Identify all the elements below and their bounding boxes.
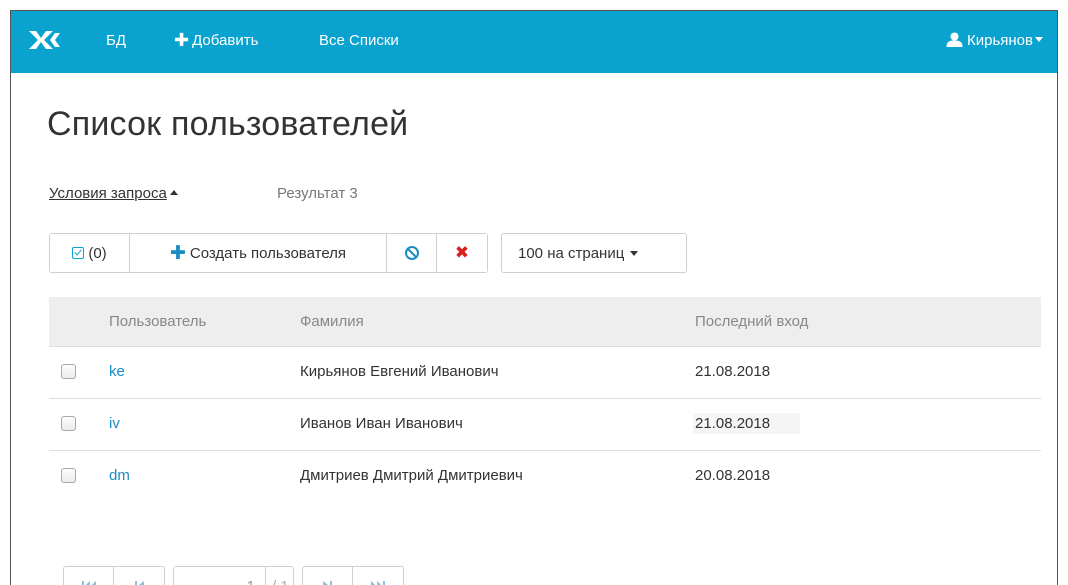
prev-page-icon	[134, 580, 144, 585]
select-all-button[interactable]: (0)	[50, 234, 130, 272]
chevron-down-icon	[630, 250, 639, 256]
chevron-down-icon	[1035, 37, 1043, 42]
next-page-button[interactable]	[303, 567, 353, 585]
last-page-button[interactable]	[353, 567, 403, 585]
first-page-button[interactable]	[64, 567, 114, 585]
table-row: ke Кирьянов Евгений Иванович 21.08.2018	[49, 347, 1041, 399]
user-last-login: 21.08.2018	[695, 363, 771, 380]
user-login-link[interactable]: iv	[109, 415, 120, 432]
query-conditions-toggle[interactable]: Условия запроса	[49, 185, 178, 202]
user-icon	[946, 32, 963, 47]
row-checkbox[interactable]	[61, 468, 76, 483]
row-checkbox[interactable]	[61, 416, 76, 431]
next-page-icon	[322, 580, 332, 585]
create-user-label: Создать пользователя	[189, 244, 347, 262]
delete-icon: ✖	[454, 243, 470, 262]
user-full-name: Дмитриев Дмитрий Дмитриевич	[300, 467, 523, 484]
user-full-name: Иванов Иван Иванович	[300, 415, 463, 432]
per-page-label: 100 на страниц	[518, 244, 625, 262]
ban-icon	[404, 246, 419, 260]
per-page-dropdown[interactable]: 100 на страниц	[501, 233, 687, 273]
pagination-prev-group	[63, 566, 165, 585]
result-count: Результат 3	[277, 185, 358, 202]
user-last-login: 21.08.2018	[693, 413, 801, 434]
page-title: Список пользователей	[47, 105, 409, 143]
column-header-surname[interactable]: Фамилия	[300, 313, 364, 330]
plus-icon: ✚	[174, 30, 190, 50]
pagination-next-group	[301, 566, 404, 585]
table-header: Пользователь Фамилия Последний вход	[49, 297, 1041, 347]
column-header-last-login[interactable]: Последний вход	[695, 313, 808, 330]
nav-item-db[interactable]: БД	[106, 32, 126, 49]
row-checkbox[interactable]	[61, 364, 76, 379]
top-navbar: БД ✚ Добавить Все Списки Кирьянов	[11, 11, 1057, 73]
user-last-login: 20.08.2018	[695, 467, 771, 484]
pagination: / 1	[63, 566, 412, 585]
prev-page-button[interactable]	[114, 567, 164, 585]
users-table: Пользователь Фамилия Последний вход ke К…	[49, 297, 1041, 503]
selected-count: (0)	[88, 244, 107, 262]
user-menu[interactable]: Кирьянов	[946, 32, 1043, 49]
chevron-up-icon	[169, 190, 178, 195]
user-name: Кирьянов	[967, 32, 1033, 49]
nav-item-add-label: Добавить	[192, 32, 259, 49]
user-login-link[interactable]: ke	[109, 363, 125, 380]
nav-item-all-lists[interactable]: Все Списки	[319, 32, 399, 49]
nav-item-add[interactable]: ✚ Добавить	[174, 30, 259, 50]
page-number-box: / 1	[173, 566, 294, 585]
total-pages: / 1	[266, 578, 293, 585]
logo-icon[interactable]	[29, 29, 61, 51]
user-login-link[interactable]: dm	[109, 467, 130, 484]
checkbox-icon	[72, 247, 85, 259]
query-conditions-label: Условия запроса	[49, 185, 167, 202]
delete-user-button[interactable]: ✖	[437, 234, 487, 272]
table-toolbar: (0) ✚ Создать пользователя ✖	[49, 233, 488, 273]
app-window: БД ✚ Добавить Все Списки Кирьянов Список …	[10, 10, 1058, 585]
last-page-icon	[370, 580, 385, 585]
user-full-name: Кирьянов Евгений Иванович	[300, 363, 499, 380]
page-number-input[interactable]	[174, 567, 266, 585]
first-page-icon	[81, 580, 96, 585]
column-header-user[interactable]: Пользователь	[109, 313, 206, 330]
create-user-button[interactable]: ✚ Создать пользователя	[130, 234, 387, 272]
plus-icon: ✚	[169, 242, 186, 264]
block-user-button[interactable]	[387, 234, 437, 272]
table-row: dm Дмитриев Дмитрий Дмитриевич 20.08.201…	[49, 451, 1041, 503]
table-row: iv Иванов Иван Иванович 21.08.2018	[49, 399, 1041, 451]
